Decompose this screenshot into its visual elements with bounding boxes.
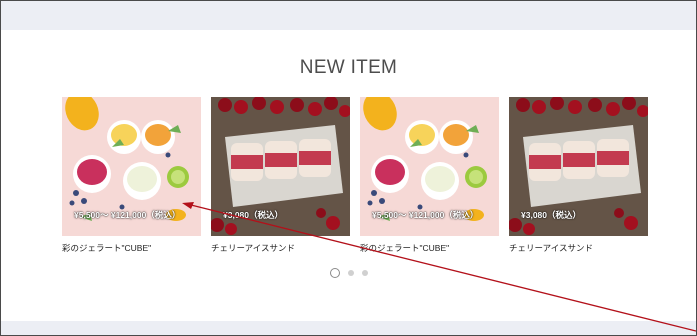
carousel-pagination xyxy=(1,268,696,278)
product-card[interactable]: ¥5,500～ ¥121,000（税込） 彩のジェラート"CUBE" xyxy=(62,97,201,253)
footer-band xyxy=(1,321,696,335)
section-title: NEW ITEM xyxy=(299,57,398,78)
product-price: ¥3,080（税込） xyxy=(223,210,283,220)
pagination-dot-2[interactable] xyxy=(347,270,354,276)
product-name[interactable]: チェリーアイスサンド xyxy=(211,242,295,254)
product-name[interactable]: 彩のジェラート"CUBE" xyxy=(360,242,449,254)
product-image-gelato[interactable]: ¥5,500～ ¥121,000（税込） xyxy=(360,97,499,236)
product-image-cherry[interactable]: ¥3,080（税込） xyxy=(509,97,648,236)
page-frame: NEW ITEM ¥5,500～ ¥121,000（税込） 彩のジェラート"CU… xyxy=(0,0,697,336)
product-card[interactable]: ¥3,080（税込） チェリーアイスサンド xyxy=(211,97,350,253)
product-image-cherry[interactable]: ¥3,080（税込） xyxy=(211,97,350,236)
product-carousel[interactable]: ¥5,500～ ¥121,000（税込） 彩のジェラート"CUBE" ¥3,08… xyxy=(1,97,696,262)
pagination-dot-1[interactable] xyxy=(329,268,340,278)
product-image-gelato[interactable]: ¥5,500～ ¥121,000（税込） xyxy=(62,97,201,236)
header-band xyxy=(1,1,696,30)
product-price: ¥3,080（税込） xyxy=(521,210,581,220)
product-name[interactable]: チェリーアイスサンド xyxy=(509,242,593,254)
product-price: ¥5,500～ ¥121,000（税込） xyxy=(372,210,479,220)
pagination-dot-3[interactable] xyxy=(361,270,368,276)
product-card[interactable]: ¥5,500～ ¥121,000（税込） 彩のジェラート"CUBE" xyxy=(360,97,499,253)
product-name[interactable]: 彩のジェラート"CUBE" xyxy=(62,242,151,254)
product-card[interactable]: ¥3,080（税込） チェリーアイスサンド xyxy=(509,97,648,253)
product-price: ¥5,500～ ¥121,000（税込） xyxy=(74,210,181,220)
